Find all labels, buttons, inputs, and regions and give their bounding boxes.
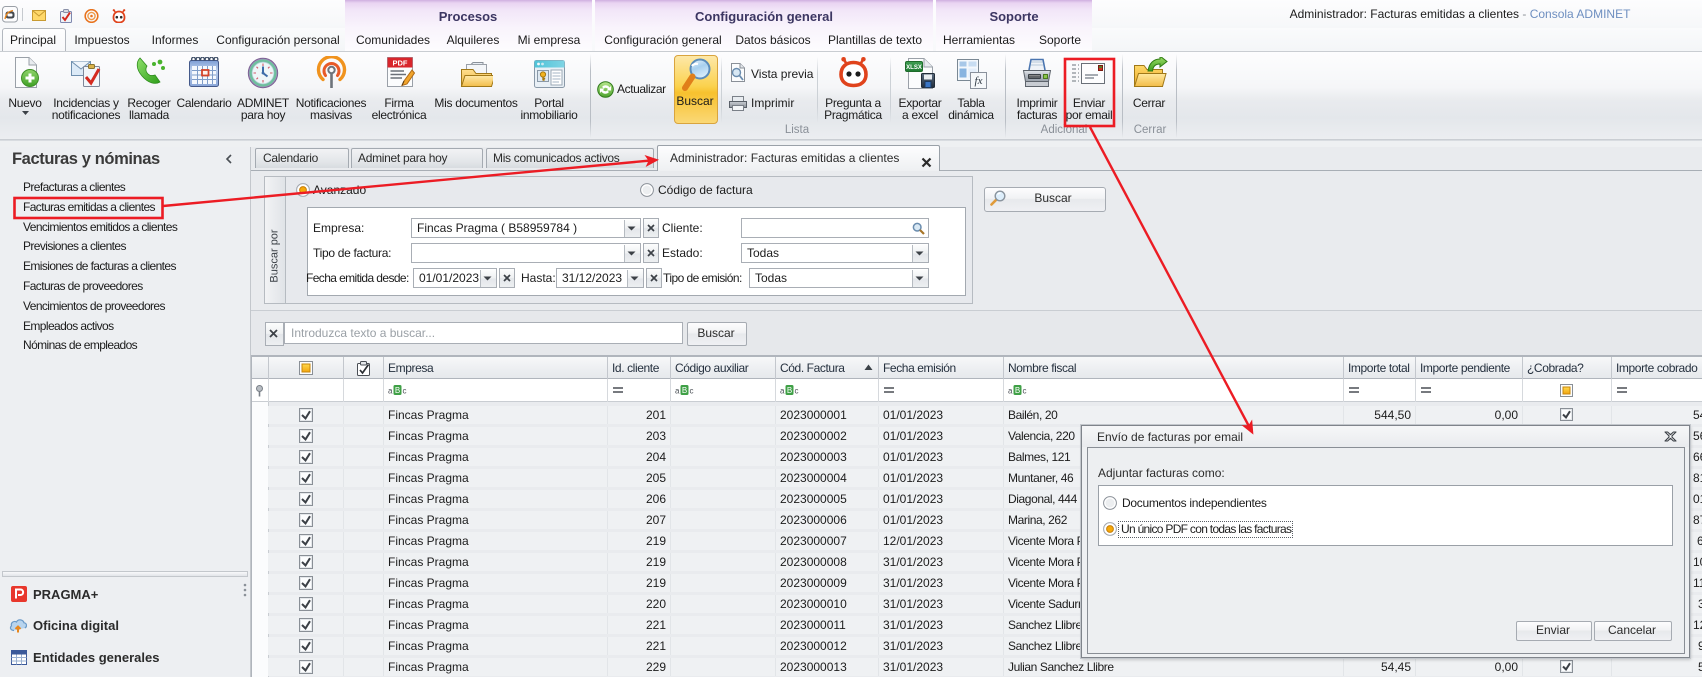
svg-text:B: B	[1015, 386, 1020, 395]
svg-text:a: a	[388, 387, 393, 396]
svg-text:a: a	[780, 387, 785, 396]
svg-text:c: c	[795, 387, 799, 396]
svg-text:XLSX: XLSX	[906, 65, 922, 71]
svg-text:B: B	[787, 386, 792, 395]
svg-text:PDF: PDF	[393, 59, 408, 68]
svg-text:B: B	[682, 386, 687, 395]
svg-text:a: a	[675, 387, 680, 396]
svg-text:c: c	[690, 387, 694, 396]
svg-text:fx: fx	[975, 75, 983, 87]
svg-text:c: c	[1023, 387, 1027, 396]
svg-text:a: a	[1008, 387, 1013, 396]
svg-text:c: c	[403, 387, 407, 396]
svg-text:B: B	[395, 386, 400, 395]
